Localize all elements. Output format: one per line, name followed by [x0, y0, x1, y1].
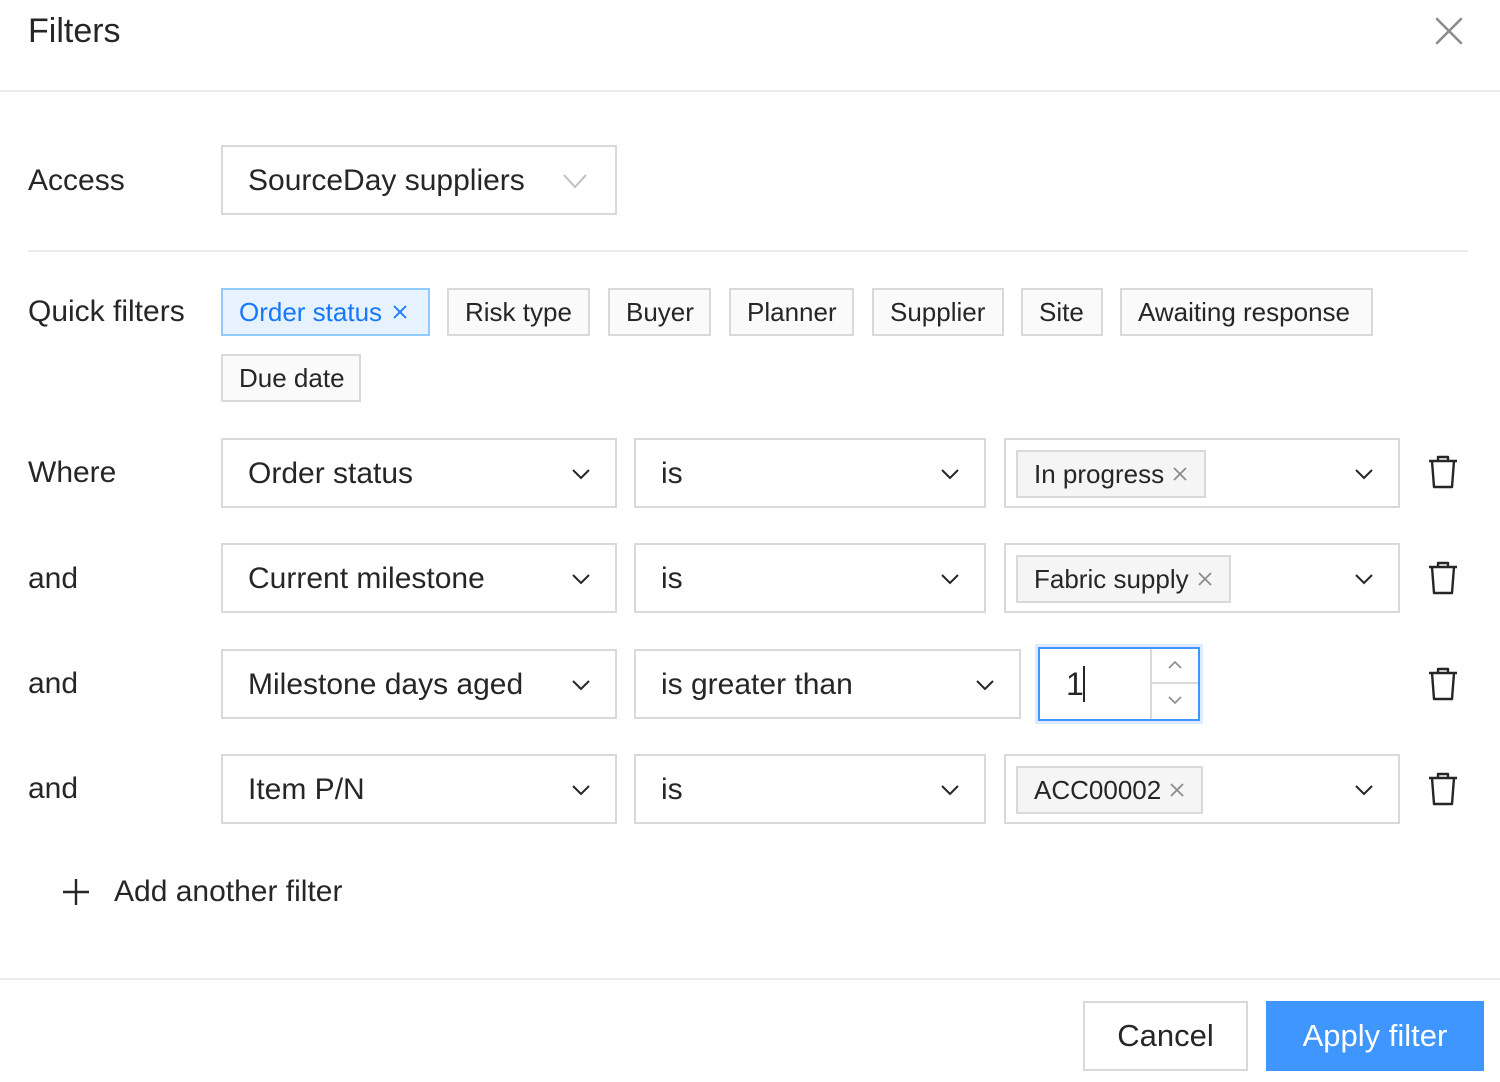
value-tag: Fabric supply: [1016, 555, 1231, 603]
decrement-button[interactable]: [1152, 684, 1198, 719]
quick-filter-label: Awaiting response: [1138, 297, 1350, 327]
chevron-down-icon: [941, 574, 959, 585]
chevron-down-icon: [941, 785, 959, 796]
quick-filter-order-status[interactable]: Order status: [221, 288, 430, 336]
filter-operator-select[interactable]: is: [634, 543, 986, 613]
quick-filter-supplier[interactable]: Supplier: [872, 288, 1004, 336]
footer-divider: [0, 978, 1500, 980]
chevron-down-icon: [563, 174, 587, 189]
dialog-header: Filters: [0, 0, 1500, 92]
quick-filter-awaiting-response[interactable]: Awaiting response: [1120, 288, 1373, 336]
chevron-down-icon: [1355, 574, 1373, 585]
filter-operator-value: is: [661, 773, 683, 806]
filter-connector: and: [28, 667, 79, 700]
filter-operator-value: is: [661, 457, 683, 490]
quick-filters-label: Quick filters: [28, 295, 185, 328]
filter-connector: Where: [28, 456, 117, 489]
delete-filter-icon[interactable]: [1426, 455, 1460, 489]
chevron-down-icon: [976, 680, 994, 691]
cancel-button[interactable]: Cancel: [1083, 1001, 1248, 1071]
filter-field-value: Milestone days aged: [248, 668, 524, 701]
text-caret: [1083, 666, 1085, 702]
value-tag: ACC00002: [1016, 766, 1204, 814]
filter-field-value: Current milestone: [248, 562, 485, 595]
filter-connector: and: [28, 562, 79, 595]
access-value: SourceDay suppliers: [248, 164, 525, 197]
close-icon: [1435, 17, 1463, 45]
chevron-down-icon: [1168, 696, 1182, 705]
quick-filter-risk-type[interactable]: Risk type: [447, 288, 590, 336]
filter-value-select[interactable]: Fabric supply: [1004, 543, 1400, 613]
access-label: Access: [28, 164, 125, 197]
filter-field-value: Item P/N: [248, 773, 365, 806]
filter-operator-select[interactable]: is greater than: [634, 649, 1021, 719]
divider: [28, 250, 1468, 252]
chevron-down-icon: [572, 785, 590, 796]
chevron-down-icon: [941, 469, 959, 480]
quick-filter-due-date[interactable]: Due date: [221, 354, 361, 402]
filter-value-select[interactable]: ACC00002: [1004, 754, 1400, 824]
milestone-days-input[interactable]: [1038, 647, 1200, 721]
filter-field-select[interactable]: Current milestone: [221, 543, 617, 613]
delete-filter-icon[interactable]: [1426, 561, 1460, 595]
access-select[interactable]: SourceDay suppliers: [221, 145, 617, 215]
plus-icon: [63, 879, 89, 905]
chevron-down-icon: [1355, 469, 1373, 480]
filter-field-value: Order status: [248, 457, 414, 490]
filter-value-select[interactable]: In progress: [1004, 438, 1400, 508]
filter-field-select[interactable]: Order status: [221, 438, 617, 508]
chevron-down-icon: [572, 469, 590, 480]
remove-tag-icon[interactable]: [1197, 571, 1213, 587]
quick-filter-label: Planner: [747, 297, 837, 327]
quick-filter-label: Site: [1039, 297, 1084, 327]
increment-button[interactable]: [1152, 649, 1198, 684]
quick-filter-label: Order status: [239, 297, 383, 327]
value-tag: In progress: [1016, 450, 1207, 498]
quick-filter-label: Due date: [239, 363, 345, 393]
quick-filter-label: Risk type: [465, 297, 572, 327]
filter-field-select[interactable]: Item P/N: [221, 754, 617, 824]
quick-filter-buyer[interactable]: Buyer: [608, 288, 711, 336]
chevron-down-icon: [1355, 785, 1373, 796]
remove-chip-icon[interactable]: [392, 304, 408, 320]
delete-filter-icon[interactable]: [1426, 772, 1460, 806]
quick-filter-planner[interactable]: Planner: [729, 288, 854, 336]
chevron-down-icon: [572, 574, 590, 585]
filter-connector: and: [28, 772, 79, 805]
quick-filter-label: Buyer: [626, 297, 694, 327]
delete-filter-icon[interactable]: [1426, 667, 1460, 701]
filter-operator-select[interactable]: is: [634, 754, 986, 824]
number-stepper[interactable]: [1150, 649, 1198, 719]
quick-filter-label: Supplier: [890, 297, 986, 327]
chevron-up-icon: [1168, 660, 1182, 669]
remove-tag-icon[interactable]: [1169, 782, 1185, 798]
number-field[interactable]: [1040, 649, 1150, 719]
dialog-title: Filters: [28, 12, 121, 50]
apply-filter-button[interactable]: Apply filter: [1266, 1001, 1484, 1071]
quick-filter-site[interactable]: Site: [1021, 288, 1103, 336]
value-tag-label: Fabric supply: [1034, 564, 1189, 594]
value-tag-label: ACC00002: [1034, 775, 1162, 805]
chevron-down-icon: [572, 680, 590, 691]
filter-operator-value: is: [661, 562, 683, 595]
close-button[interactable]: [1428, 12, 1468, 52]
filter-operator-select[interactable]: is: [634, 438, 986, 508]
filter-operator-value: is greater than: [661, 668, 853, 701]
remove-tag-icon[interactable]: [1172, 466, 1188, 482]
filter-field-select[interactable]: Milestone days aged: [221, 649, 617, 719]
value-tag-label: In progress: [1034, 459, 1165, 489]
add-filter-label: Add another filter: [114, 875, 343, 908]
